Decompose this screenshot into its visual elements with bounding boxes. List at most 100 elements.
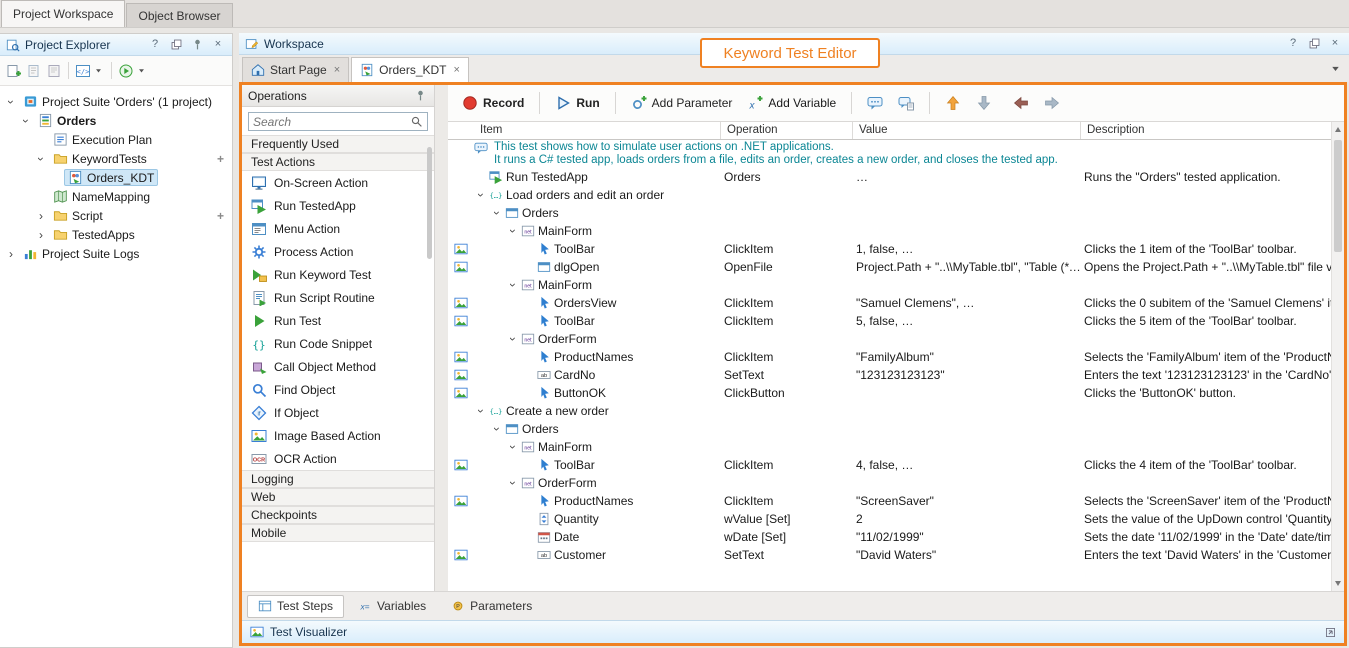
ops-category-test-actions[interactable]: Test Actions [242, 153, 434, 171]
tree-item-testedapps[interactable]: ›TestedApps [2, 225, 232, 244]
run-project-button[interactable] [116, 61, 150, 81]
step-row-orderform[interactable]: ›netOrderForm [448, 474, 1331, 492]
step-row-dlgopen[interactable]: dlgOpenOpenFileProject.Path + "..\\MyTab… [448, 258, 1331, 276]
ops-item-process-action[interactable]: Process Action [242, 240, 434, 263]
ops-category-logging[interactable]: Logging [242, 470, 434, 488]
visualizer-thumbnail-cell[interactable] [448, 548, 474, 562]
step-row-orders[interactable]: ›Orders [448, 420, 1331, 438]
tab-close-icon[interactable]: × [334, 65, 340, 76]
visualizer-thumbnail-cell[interactable] [448, 296, 474, 310]
ops-item-run-testedapp[interactable]: Run TestedApp [242, 194, 434, 217]
step-row-productnames[interactable]: ProductNamesClickItem"FamilyAlbum"Select… [448, 348, 1331, 366]
ops-item-run-script-routine[interactable]: Run Script Routine [242, 286, 434, 309]
step-row-run-testedapp[interactable]: Run TestedAppOrders…Runs the "Orders" te… [448, 168, 1331, 186]
tab-test-steps[interactable]: Test Steps [247, 595, 344, 618]
add-existing-item-button[interactable] [24, 61, 44, 81]
remove-item-button[interactable] [44, 61, 64, 81]
group-row-create-a-new-order[interactable]: ›{…}Create a new order [448, 402, 1331, 420]
expander-icon[interactable]: › [507, 280, 519, 290]
step-row-mainform[interactable]: ›netMainForm [448, 438, 1331, 456]
close-icon[interactable]: × [1327, 36, 1343, 51]
ops-item-image-based-action[interactable]: Image Based Action [242, 424, 434, 447]
step-row-orders[interactable]: ›Orders [448, 204, 1331, 222]
pin-icon[interactable] [189, 37, 205, 52]
scroll-up-icon[interactable] [1335, 127, 1341, 132]
expander-icon[interactable]: › [20, 116, 32, 126]
step-row-customer[interactable]: abCustomerSetText"David Waters"Enters th… [448, 546, 1331, 564]
tree-item-project-suite-orders-1-project[interactable]: ›Project Suite 'Orders' (1 project) [2, 92, 232, 111]
app-tab-object-browser[interactable]: Object Browser [126, 3, 232, 27]
test-visualizer-bar[interactable]: Test Visualizer [242, 620, 1344, 643]
pin-icon[interactable] [412, 88, 428, 103]
float-window-icon[interactable] [1306, 36, 1322, 51]
visualizer-thumbnail-cell[interactable] [448, 386, 474, 400]
expander-icon[interactable]: › [507, 334, 519, 344]
search-input[interactable] [253, 115, 410, 129]
visualizer-thumbnail-cell[interactable] [448, 242, 474, 256]
expander-icon[interactable]: › [35, 154, 47, 164]
expander-icon[interactable]: › [507, 442, 519, 452]
ops-category-checkpoints[interactable]: Checkpoints [242, 506, 434, 524]
add-description-button[interactable] [894, 92, 918, 114]
ops-category-web[interactable]: Web [242, 488, 434, 506]
step-row-cardno[interactable]: abCardNoSetText"123123123123"Enters the … [448, 366, 1331, 384]
expander-icon[interactable]: › [491, 424, 503, 434]
add-new-item-button[interactable] [4, 61, 24, 81]
ops-category-frequently-used[interactable]: Frequently Used [242, 135, 434, 153]
step-row-toolbar[interactable]: ToolBarClickItem4, false, …Clicks the 4 … [448, 456, 1331, 474]
visualizer-thumbnail-cell[interactable] [448, 260, 474, 274]
ops-item-run-keyword-test[interactable]: Run Keyword Test [242, 263, 434, 286]
help-icon[interactable]: ? [1285, 36, 1301, 51]
visualizer-thumbnail-cell[interactable] [448, 494, 474, 508]
visualizer-thumbnail-cell[interactable] [448, 314, 474, 328]
expander-icon[interactable]: › [36, 229, 46, 241]
ops-item-menu-action[interactable]: Menu Action [242, 217, 434, 240]
step-row-mainform[interactable]: ›netMainForm [448, 276, 1331, 294]
expander-icon[interactable]: › [475, 406, 487, 416]
add-child-item-button[interactable]: + [217, 209, 224, 223]
step-row-quantity[interactable]: QuantitywValue [Set]2Sets the value of t… [448, 510, 1331, 528]
step-row-productnames[interactable]: ProductNamesClickItem"ScreenSaver"Select… [448, 492, 1331, 510]
tab-parameters[interactable]: PParameters [440, 595, 543, 618]
visualizer-thumbnail-cell[interactable] [448, 350, 474, 364]
tree-item-execution-plan[interactable]: Execution Plan [2, 130, 232, 149]
tree-item-namemapping[interactable]: NameMapping [2, 187, 232, 206]
step-row-toolbar[interactable]: ToolBarClickItem1, false, …Clicks the 1 … [448, 240, 1331, 258]
app-tab-project-workspace[interactable]: Project Workspace [1, 0, 125, 27]
step-row-buttonok[interactable]: ButtonOKClickButtonClicks the 'ButtonOK'… [448, 384, 1331, 402]
scrollbar-thumb[interactable] [1334, 140, 1342, 252]
step-row-toolbar[interactable]: ToolBarClickItem5, false, …Clicks the 5 … [448, 312, 1331, 330]
column-header-item[interactable]: Item [474, 122, 720, 139]
group-row-load-orders-and-edit-an-order[interactable]: ›{…}Load orders and edit an order [448, 186, 1331, 204]
run-button[interactable]: Run [551, 92, 603, 114]
tab-list-dropdown-icon[interactable] [1329, 62, 1342, 75]
add-comment-button[interactable] [863, 92, 887, 114]
comment-row[interactable]: This test shows how to simulate user act… [448, 140, 1331, 168]
grid-vertical-scrollbar[interactable] [1331, 122, 1344, 591]
expand-panel-icon[interactable] [1322, 625, 1338, 640]
tree-item-orders[interactable]: ›Orders [2, 111, 232, 130]
ops-category-mobile[interactable]: Mobile [242, 524, 434, 542]
ops-item-on-screen-action[interactable]: On-Screen Action [242, 171, 434, 194]
add-child-item-button[interactable]: + [217, 152, 224, 166]
step-row-ordersview[interactable]: OrdersViewClickItem"Samuel Clemens", …Cl… [448, 294, 1331, 312]
operations-scrollbar[interactable] [426, 137, 433, 583]
scroll-down-icon[interactable] [1335, 581, 1341, 586]
expander-icon[interactable]: › [5, 97, 17, 107]
add-parameter-button[interactable]: Add Parameter [627, 92, 737, 114]
doc-tab-orders-kdt[interactable]: Orders_KDT× [351, 57, 469, 82]
visualizer-thumbnail-cell[interactable] [448, 458, 474, 472]
close-icon[interactable]: × [210, 37, 226, 52]
column-header-value[interactable]: Value [852, 122, 1080, 139]
move-left-button[interactable] [1009, 92, 1033, 114]
ops-item-run-test[interactable]: Run Test [242, 309, 434, 332]
ops-item-find-object[interactable]: Find Object [242, 378, 434, 401]
tree-item-script[interactable]: ›Script+ [2, 206, 232, 225]
tree-item-keywordtests[interactable]: ›KeywordTests+ [2, 149, 232, 168]
expander-icon[interactable]: › [507, 478, 519, 488]
visualizer-thumbnail-cell[interactable] [448, 368, 474, 382]
add-variable-button[interactable]: x Add Variable [743, 92, 840, 114]
ops-item-run-code-snippet[interactable]: {}Run Code Snippet [242, 332, 434, 355]
scrollbar-thumb[interactable] [427, 147, 432, 259]
expander-icon[interactable]: › [6, 248, 16, 260]
